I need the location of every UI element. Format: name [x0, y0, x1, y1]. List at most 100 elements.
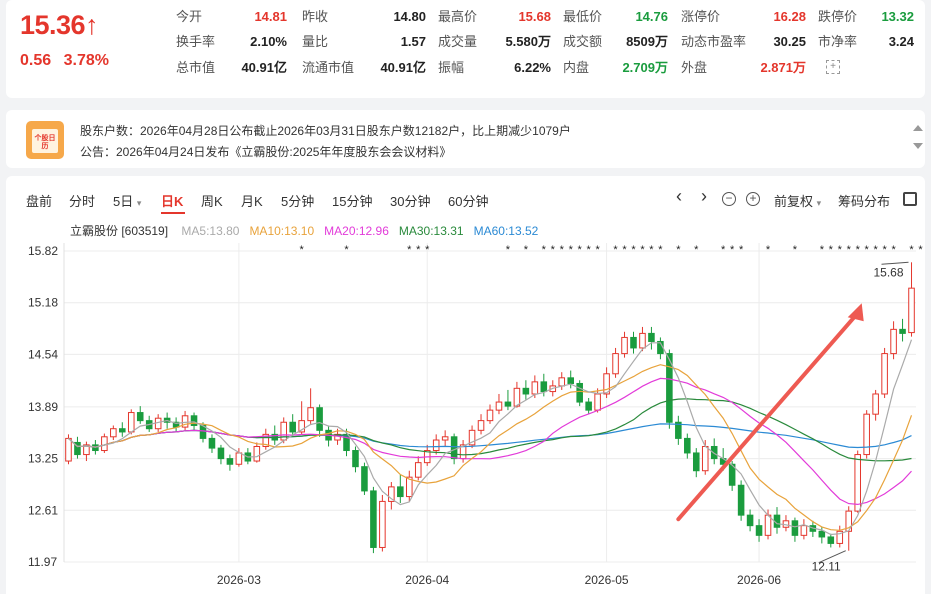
candle-down — [217, 447, 225, 460]
x-tick-label: 2026-06 — [737, 573, 781, 587]
quote-value: 13.32 — [881, 9, 914, 24]
quote-value: 14.80 — [393, 9, 426, 24]
x-axis-ticks: 2026-03 2026-04 2026-05 2026-06 — [217, 573, 782, 587]
event-marker: * — [551, 244, 556, 256]
annotation-pointer — [881, 261, 909, 265]
quote-label: 量比 — [302, 34, 329, 49]
candle-down — [361, 466, 368, 492]
event-marker: * — [882, 244, 887, 256]
quote-value: 2.709万 — [622, 60, 668, 75]
event-marker: * — [820, 244, 825, 256]
candle-down — [370, 490, 377, 548]
quote-label: 昨收 — [302, 9, 329, 24]
y-tick-label: 13.25 — [28, 452, 58, 466]
quote-value: 15.68 — [518, 9, 551, 24]
current-price: 15.36↑ — [20, 10, 99, 40]
quote-value: 40.91亿 — [241, 60, 287, 75]
quote-label: 振幅 — [438, 60, 465, 75]
candle-up — [235, 452, 243, 465]
candle-down — [791, 520, 799, 536]
calendar-logo-icon[interactable]: 个股日历 — [26, 121, 64, 159]
candle-up — [65, 437, 72, 462]
y-tick-label: 15.18 — [28, 296, 58, 310]
quote-label: 今开 — [176, 9, 203, 24]
kline-chart[interactable]: 15.82 15.18 14.54 13.89 13.25 12.61 11.97 2026… — [0, 176, 931, 594]
event-marker: * — [856, 244, 861, 256]
candle-up — [594, 393, 601, 411]
y-tick-label: 14.54 — [28, 347, 58, 361]
event-marker: * — [891, 244, 896, 256]
change-amount: 0.56 — [20, 52, 52, 69]
event-marker: * — [344, 244, 349, 256]
event-marker: * — [874, 244, 879, 256]
candle-down — [316, 407, 323, 431]
candle-down — [755, 525, 763, 536]
candle-up — [890, 328, 897, 355]
event-marker: * — [649, 244, 654, 256]
price-change: 0.56 3.78% — [20, 52, 117, 70]
candle-down — [289, 421, 296, 433]
candle-down — [119, 428, 126, 433]
candle-up — [881, 353, 888, 395]
candle-down — [746, 514, 754, 527]
event-marker: * — [631, 244, 636, 256]
shareholder-notice[interactable]: 股东户数：2026年04月28日公布截止2026年03月31日股东户数12182… — [80, 122, 571, 139]
candle-down — [540, 381, 548, 393]
event-marker: * — [622, 244, 627, 256]
event-marker: * — [613, 244, 618, 256]
candle-down — [827, 536, 835, 544]
candle-down — [397, 486, 404, 498]
candle-down — [352, 450, 359, 468]
ma10-line — [68, 364, 913, 531]
candle-up — [800, 525, 808, 536]
price-annotation: 15.68 — [873, 265, 903, 279]
event-marker: * — [730, 244, 735, 256]
quote-label: 外盘 — [681, 60, 708, 75]
calendar-logo-text: 个股日历 — [34, 135, 56, 150]
x-tick-label: 2026-03 — [217, 573, 261, 587]
event-markers: * * * * * * * * * * * * * * * * * * * * * * * * * * * * * * * * * * * * * * — [300, 244, 924, 256]
event-marker: * — [587, 244, 592, 256]
candle-up — [432, 439, 440, 452]
y-tick-label: 15.82 — [28, 244, 58, 258]
candle-up — [253, 445, 261, 462]
event-marker: * — [506, 244, 511, 256]
trend-arrow-line — [676, 311, 860, 522]
candle-down — [208, 437, 216, 449]
price-annotation: 12.11 — [812, 560, 841, 574]
event-marker: * — [640, 244, 645, 256]
quote-value: 6.22% — [514, 60, 551, 75]
event-marker: * — [569, 244, 574, 256]
quote-value: 40.91亿 — [380, 60, 426, 75]
candle-up — [477, 420, 485, 431]
event-marker: * — [425, 244, 430, 256]
event-marker: * — [847, 244, 852, 256]
candle-down — [522, 387, 530, 395]
notice-panel: 个股日历 股东户数：2026年04月28日公布截止2026年03月31日股东户数… — [6, 110, 925, 168]
moving-averages — [68, 339, 913, 536]
expand-icon[interactable]: + — [826, 60, 840, 74]
event-marker: * — [793, 244, 798, 256]
candle-down — [190, 415, 198, 426]
quote-value: 2.10% — [250, 34, 287, 49]
quote-value: 14.76 — [635, 9, 668, 24]
event-marker: * — [838, 244, 843, 256]
candle-up — [110, 428, 117, 438]
candle-up — [486, 409, 494, 422]
quote-value: 2.871万 — [760, 60, 806, 75]
scroll-up-icon[interactable] — [913, 125, 923, 131]
change-percent: 3.78% — [63, 52, 109, 69]
candle-up — [127, 412, 135, 433]
event-marker: * — [542, 244, 547, 256]
scroll-down-icon[interactable] — [913, 143, 923, 149]
quote-value: 5.580万 — [505, 34, 551, 49]
candle-up — [854, 454, 861, 512]
x-tick-label: 2026-05 — [585, 573, 629, 587]
announcement-notice[interactable]: 公告：2026年04月24日发布《立霸股份:2025年年度股东会会议材料》 — [80, 143, 451, 160]
candle-down — [504, 401, 512, 407]
y-tick-label: 12.61 — [28, 503, 58, 517]
candle-up — [908, 287, 915, 334]
y-tick-label: 13.89 — [28, 400, 58, 414]
x-tick-label: 2026-04 — [405, 573, 449, 587]
event-marker: * — [918, 244, 923, 256]
